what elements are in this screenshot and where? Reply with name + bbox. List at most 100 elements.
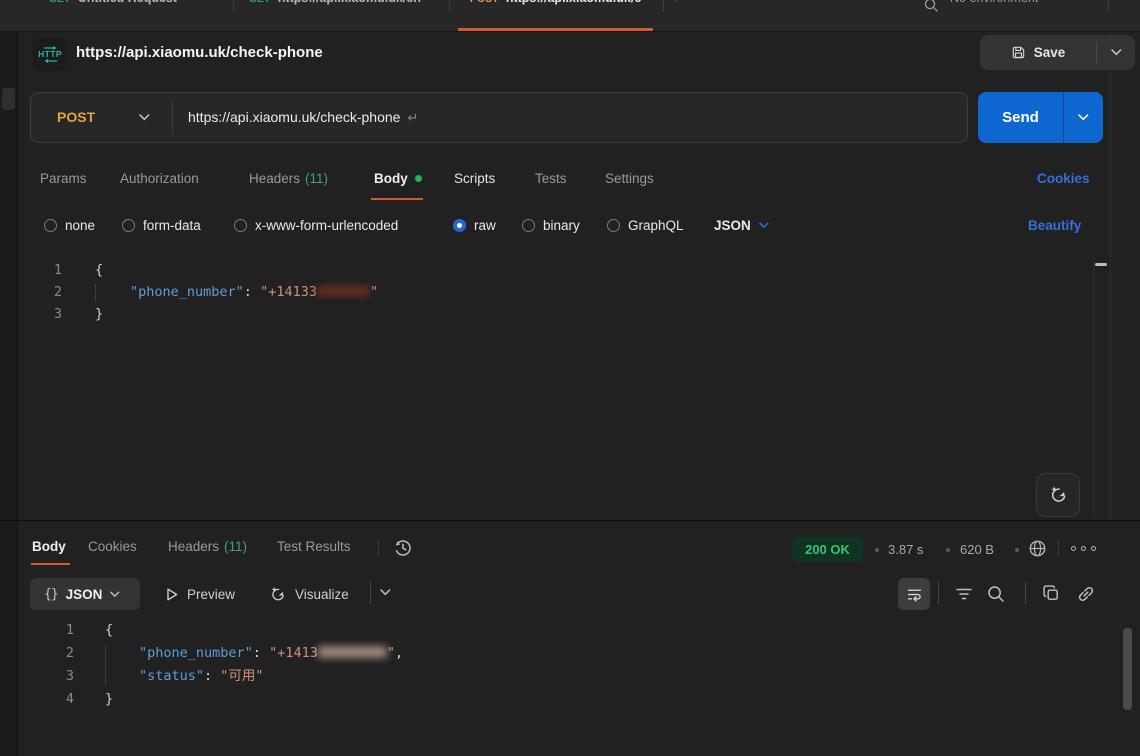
url-bar-divider — [172, 101, 173, 134]
environment-selector[interactable]: No environment — [950, 0, 1038, 6]
http-badge-label: HTTP — [38, 50, 62, 59]
link-icon[interactable] — [1076, 584, 1096, 604]
request-tab-untitled[interactable]: GET Untitled Request — [49, 0, 177, 8]
code-tokens: "phone_number": "+1413", — [139, 642, 403, 664]
send-button[interactable]: Send — [978, 109, 1063, 126]
mode-none[interactable]: none — [44, 218, 95, 233]
line-number: 2 — [40, 281, 62, 303]
preview-button[interactable]: Preview — [165, 578, 235, 610]
url-input[interactable]: https://api.xiaomu.uk/check-phone ↵ — [188, 93, 418, 142]
beautify-link[interactable]: Beautify — [1028, 218, 1081, 233]
right-panel-divider — [1110, 32, 1111, 520]
active-tab-underline — [458, 28, 653, 31]
tab-params[interactable]: Params — [40, 171, 87, 186]
send-options-chevron[interactable] — [1064, 114, 1103, 121]
response-tab-body[interactable]: Body — [32, 539, 66, 554]
divider — [1025, 582, 1026, 604]
url-value: https://api.xiaomu.uk/check-phone — [188, 109, 400, 125]
method-badge-get: GET — [49, 0, 71, 8]
save-options-chevron[interactable] — [1097, 49, 1135, 56]
mode-raw-selected[interactable]: raw — [453, 218, 496, 233]
editor-scroll-track — [1093, 256, 1094, 516]
tab-label: Untitled Request — [78, 0, 177, 6]
headers-count: (11) — [305, 171, 328, 186]
more-options-icon[interactable] — [1081, 546, 1086, 551]
tab-settings[interactable]: Settings — [605, 171, 654, 186]
radio-icon[interactable] — [522, 219, 535, 232]
tab-headers[interactable]: Headers(11) — [249, 171, 328, 186]
postbot-sparkle-icon — [1047, 484, 1069, 506]
code-line: 1 { — [0, 619, 1110, 641]
request-tab-strip: GET Untitled Request GET https://api.xia… — [0, 0, 1140, 32]
response-scrollbar-thumb[interactable] — [1123, 628, 1132, 710]
search-response-icon[interactable] — [986, 584, 1006, 604]
mode-graphql[interactable]: GraphQL — [607, 218, 684, 233]
history-icon[interactable] — [392, 537, 414, 559]
headers-count: (11) — [224, 539, 247, 554]
code-line: 3 "status": "可用" — [0, 665, 1110, 687]
method-selector[interactable]: POST — [57, 93, 95, 142]
line-number: 3 — [40, 303, 62, 325]
response-format-dropdown[interactable]: {} JSON — [30, 578, 140, 610]
tab-tests[interactable]: Tests — [535, 171, 567, 186]
send-split-button: Send — [978, 92, 1103, 143]
json-colon: : — [204, 668, 220, 684]
radio-icon[interactable] — [44, 219, 57, 232]
tab-authorization[interactable]: Authorization — [120, 171, 199, 186]
more-options-icon[interactable] — [1071, 546, 1076, 551]
response-tab-headers[interactable]: Headers(11) — [168, 539, 247, 554]
filter-icon[interactable] — [954, 584, 974, 604]
wrap-text-button[interactable] — [898, 578, 930, 610]
tab-scripts[interactable]: Scripts — [454, 171, 495, 186]
tab-body[interactable]: Body — [374, 171, 408, 186]
chevron-down-icon — [759, 222, 769, 229]
enter-hint: ↵ — [407, 110, 418, 125]
search-icon[interactable] — [923, 0, 939, 13]
response-tab-test-results[interactable]: Test Results — [277, 539, 351, 554]
http-request-icon: HTTP — [33, 37, 67, 71]
request-tab-get-url[interactable]: GET https://api.xiaomu.uk/ch — [249, 0, 421, 8]
mode-urlencoded[interactable]: x-www-form-urlencoded — [234, 218, 398, 233]
radio-icon[interactable] — [234, 219, 247, 232]
request-response-divider[interactable] — [0, 520, 1140, 521]
code-line: 4 } — [0, 688, 1110, 710]
request-tab-active[interactable]: POST https://api.xiaomu.uk/c — [470, 0, 641, 8]
json-comma: , — [395, 645, 403, 661]
visualize-button[interactable]: Visualize — [268, 578, 349, 610]
radio-selected-icon[interactable] — [453, 219, 466, 232]
json-string-value: "可用" — [220, 668, 263, 684]
mode-binary[interactable]: binary — [522, 218, 580, 233]
chevron-down-icon — [110, 591, 120, 598]
copy-icon[interactable] — [1042, 584, 1061, 603]
response-tab-cookies[interactable]: Cookies — [88, 539, 137, 554]
new-tab-button[interactable]: + — [672, 0, 681, 6]
method-chevron-icon[interactable] — [139, 114, 150, 121]
json-key: "phone_number" — [139, 645, 253, 661]
visualize-sparkle-icon — [268, 585, 287, 604]
line-number: 2 — [50, 642, 74, 664]
line-number: 1 — [40, 259, 62, 281]
chevron-down-icon — [380, 589, 391, 596]
code-line: 2 "phone_number": "+14133" — [0, 281, 1100, 303]
dot-separator — [875, 548, 879, 552]
language-dropdown[interactable]: JSON — [714, 218, 769, 233]
line-number: 3 — [50, 665, 74, 687]
sidebar-handle[interactable] — [2, 88, 15, 110]
url-bar: POST https://api.xiaomu.uk/check-phone ↵ — [30, 92, 968, 143]
network-globe-icon[interactable] — [1027, 538, 1048, 559]
postbot-button[interactable] — [1036, 473, 1080, 517]
save-button[interactable]: Save — [980, 45, 1096, 60]
editor-scrollbar-thumb[interactable] — [1095, 263, 1107, 266]
radio-icon[interactable] — [607, 219, 620, 232]
save-split-button: Save — [980, 35, 1135, 70]
mode-form-data[interactable]: form-data — [122, 218, 201, 233]
more-options-icon[interactable] — [1091, 546, 1096, 551]
radio-icon[interactable] — [122, 219, 135, 232]
code-tokens: "phone_number": "+14133" — [130, 281, 378, 303]
visualize-options-chevron[interactable] — [380, 589, 391, 596]
cookies-link[interactable]: Cookies — [1037, 171, 1090, 186]
redacted-phone-digits — [318, 646, 387, 658]
postman-app: GET Untitled Request GET https://api.xia… — [0, 0, 1140, 756]
json-string-open: "+14133 — [260, 284, 317, 300]
chevron-down-icon — [1111, 49, 1122, 56]
